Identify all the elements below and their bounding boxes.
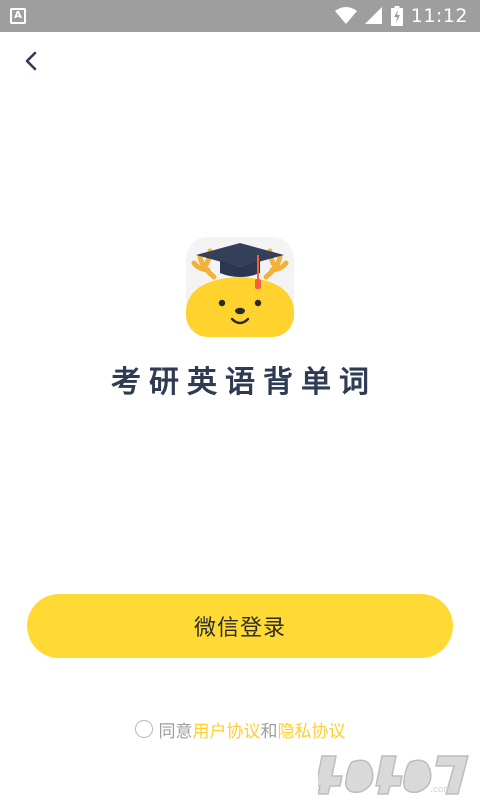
battery-charging-icon: [390, 6, 403, 26]
app-title: 考研英语背单词: [111, 365, 377, 400]
wechat-login-button[interactable]: 微信登录: [27, 594, 453, 658]
agreement-row: 同意 用户协议 和 隐私协议: [0, 716, 480, 742]
and-text: 和: [260, 721, 278, 742]
agree-text: 同意: [158, 721, 193, 742]
status-icons: 11:12: [334, 0, 468, 32]
chevron-left-icon: [25, 51, 37, 71]
wifi-icon: [334, 7, 357, 24]
privacy-agreement-link[interactable]: 隐私协议: [278, 717, 346, 742]
watermark-logo: .com: [315, 755, 469, 795]
agree-radio[interactable]: [134, 720, 153, 738]
clock: 11:12: [410, 5, 468, 27]
status-bar: A 11:12: [0, 0, 480, 32]
user-agreement-link[interactable]: 用户协议: [193, 717, 261, 742]
watermark: .com: [315, 748, 474, 798]
signal-icon: [364, 7, 382, 24]
app-logo: [184, 237, 296, 337]
svg-text:.com: .com: [430, 785, 452, 795]
back-button[interactable]: [14, 44, 50, 80]
deer-graduation-cap-logo: [186, 237, 294, 337]
a-letter-icon: A: [10, 8, 26, 24]
